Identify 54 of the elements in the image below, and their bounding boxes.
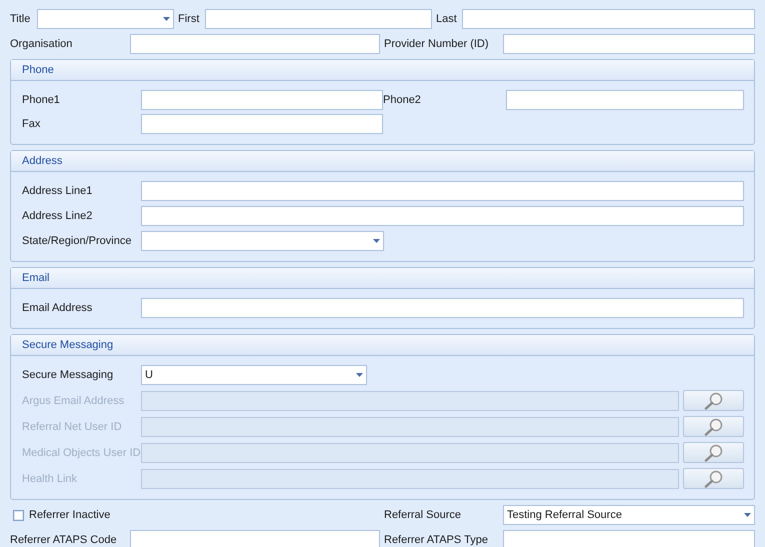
search-button[interactable] (683, 442, 744, 463)
text-field[interactable] (506, 90, 744, 110)
search-button[interactable] (683, 390, 744, 411)
field-label: State/Region/Province (22, 235, 132, 247)
field-label: First (178, 13, 200, 25)
section-header: Address (11, 151, 754, 172)
text-field[interactable] (205, 9, 432, 29)
field-label: Fax (22, 118, 42, 130)
search-button[interactable] (683, 468, 744, 489)
field-label: Health Link (22, 472, 78, 484)
text-field[interactable] (141, 114, 383, 134)
text-field[interactable] (503, 530, 755, 547)
field-label: Referrer ATAPS Type (384, 534, 489, 546)
search-icon (704, 444, 724, 462)
field-label: Last (436, 13, 458, 25)
dropdown-caret-icon[interactable] (163, 17, 170, 21)
text-field[interactable] (503, 34, 755, 54)
text-field[interactable] (141, 206, 744, 226)
field-label: Phone2 (383, 94, 422, 106)
dropdown-field[interactable]: U (141, 365, 367, 385)
field-label: Title (10, 13, 32, 25)
text-field[interactable] (130, 530, 380, 547)
field-label: Referral Source (384, 509, 462, 521)
search-icon (704, 392, 724, 410)
dropdown-caret-icon[interactable] (744, 513, 751, 517)
section-header: Phone (11, 60, 754, 81)
field-label: Address Line2 (22, 210, 94, 222)
text-field[interactable] (141, 181, 744, 201)
field-label: Phone1 (22, 94, 61, 106)
field-label: Argus Email Address (22, 394, 126, 406)
checkbox[interactable] (13, 510, 24, 520)
dropdown-field[interactable] (141, 231, 384, 251)
field-label: Email Address (22, 302, 94, 314)
field-label: Organisation (10, 38, 74, 50)
field-label: Medical Objects User ID (22, 446, 141, 458)
dropdown-caret-icon[interactable] (356, 373, 363, 377)
search-icon (704, 470, 724, 488)
dropdown-field[interactable]: Testing Referral Source (503, 505, 755, 525)
text-field[interactable] (130, 34, 380, 54)
search-icon (704, 418, 724, 436)
text-field[interactable] (462, 9, 755, 29)
field-label: Provider Number (ID) (384, 38, 490, 50)
field-label: Referral Net User ID (22, 420, 123, 432)
section-header: Secure Messaging (11, 335, 754, 356)
text-field[interactable] (141, 90, 383, 110)
dropdown-caret-icon[interactable] (373, 239, 380, 243)
field-label: Address Line1 (22, 185, 94, 197)
field-label: Secure Messaging (22, 369, 114, 381)
field-label: Referrer ATAPS Code (10, 534, 118, 546)
text-field[interactable] (141, 298, 744, 318)
section-header: Email (11, 268, 754, 289)
checkbox-label: Referrer Inactive (29, 509, 110, 521)
search-button[interactable] (683, 416, 744, 437)
dropdown-field[interactable] (37, 9, 174, 29)
